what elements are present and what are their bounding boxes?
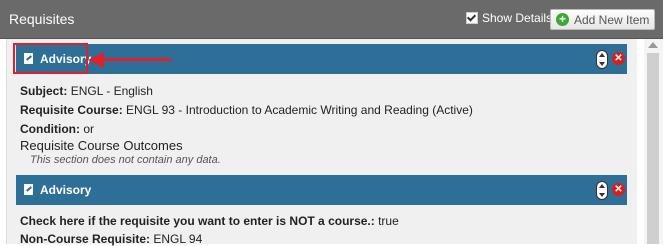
field-value: or xyxy=(83,122,94,136)
panel-title: Requisites xyxy=(9,11,75,27)
reorder-icon[interactable] xyxy=(596,50,608,69)
add-new-item-button[interactable]: + Add New Item xyxy=(550,9,655,30)
requisite-item-header[interactable]: Advisory ✕ xyxy=(16,175,627,205)
empty-section-note: This section does not contain any data. xyxy=(30,154,221,166)
field-label: Requisite Course: xyxy=(20,103,123,117)
show-details-toggle[interactable]: Show Details xyxy=(466,11,552,25)
field-subject: Subject: ENGL - English xyxy=(20,84,153,98)
scroll-up-icon[interactable] xyxy=(648,42,658,48)
field-condition: Condition: or xyxy=(20,122,94,136)
annotation-arrow-icon xyxy=(88,52,104,68)
field-label: Condition: xyxy=(20,122,80,136)
field-label: Subject: xyxy=(20,84,68,98)
add-new-item-label: Add New Item xyxy=(574,12,650,27)
delete-icon[interactable]: ✕ xyxy=(612,52,625,65)
field-value: true xyxy=(378,214,399,228)
requisite-item-title[interactable]: Advisory xyxy=(40,183,91,197)
plus-icon: + xyxy=(556,13,569,26)
reorder-icon[interactable] xyxy=(596,181,608,200)
annotation-highlight-box xyxy=(13,43,88,74)
section-title: Requisite Course Outcomes xyxy=(20,138,183,153)
edit-document-icon xyxy=(24,184,33,195)
vertical-scrollbar[interactable] xyxy=(644,39,663,244)
field-requisite-course: Requisite Course: ENGL 93 - Introduction… xyxy=(20,103,473,117)
field-value: ENGL 93 - Introduction to Academic Writi… xyxy=(126,103,473,117)
show-details-checkbox[interactable] xyxy=(466,12,478,24)
scroll-thumb[interactable] xyxy=(647,53,659,244)
field-not-a-course: Check here if the requisite you want to … xyxy=(20,214,399,228)
annotation-arrow-line xyxy=(103,58,171,61)
show-details-label: Show Details xyxy=(482,11,553,25)
field-label: Check here if the requisite you want to … xyxy=(20,214,375,228)
delete-icon[interactable]: ✕ xyxy=(612,183,625,196)
requisites-panel-header: Requisites Show Details + Add New Item xyxy=(0,0,663,39)
field-value: ENGL - English xyxy=(70,84,153,98)
